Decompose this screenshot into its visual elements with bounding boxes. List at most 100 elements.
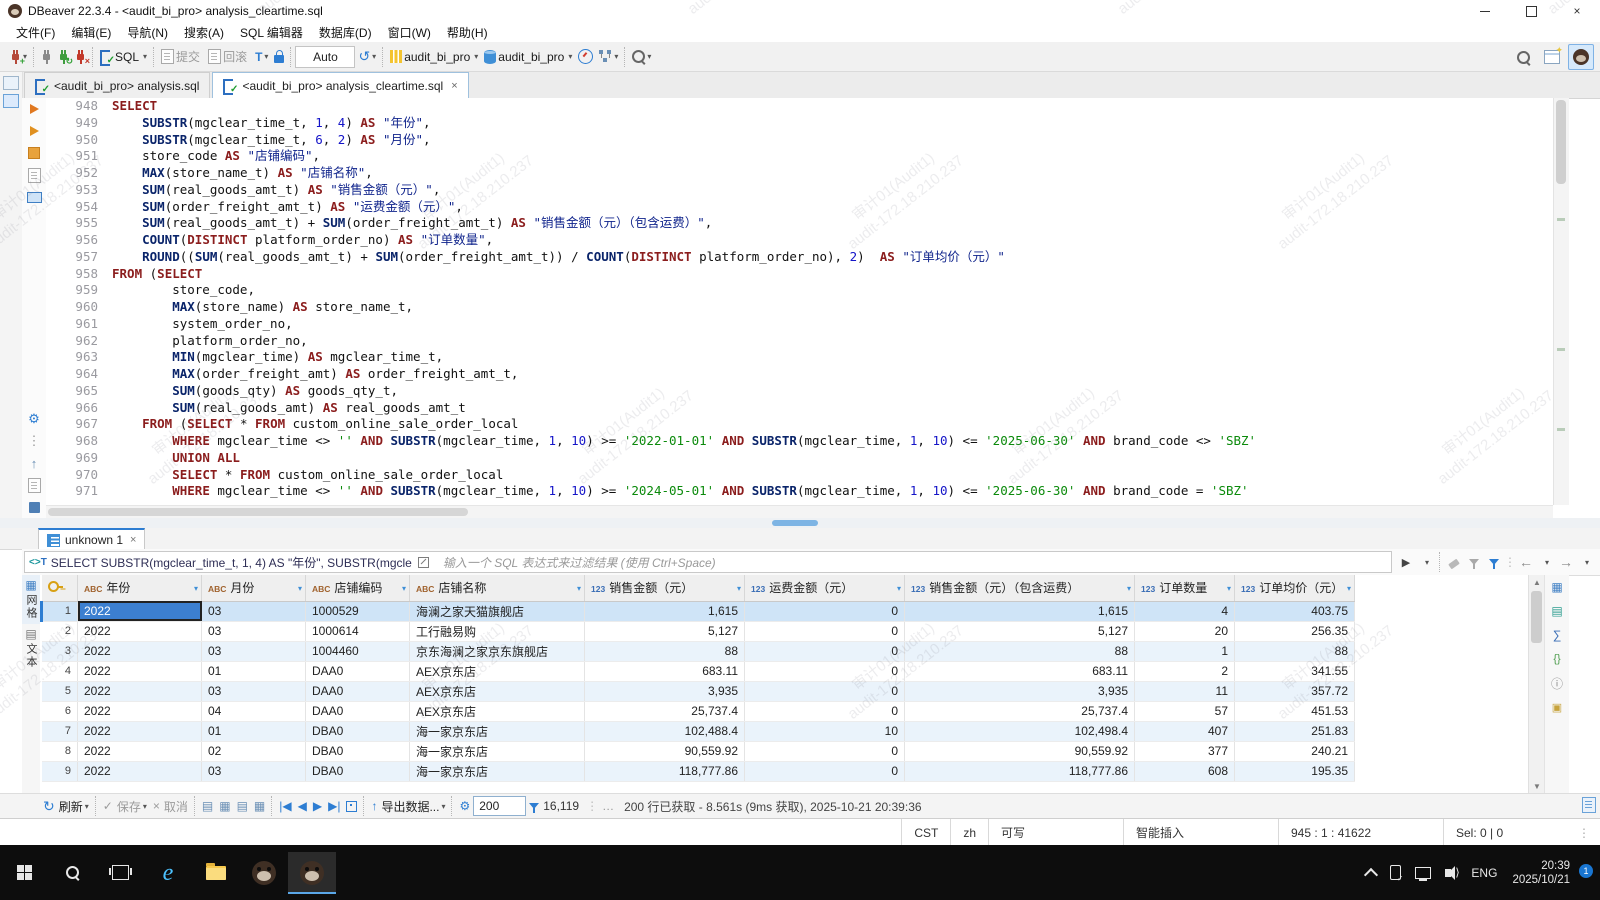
grid-cell[interactable]: 195.35	[1235, 761, 1355, 781]
row-number-cell[interactable]: 8	[42, 741, 78, 761]
grid-cell[interactable]: 118,777.86	[585, 761, 745, 781]
rollback-button[interactable]: 回滚	[205, 45, 252, 69]
filter-history-dropdown[interactable]: ▾	[1416, 552, 1436, 572]
taskbar-search-button[interactable]	[48, 852, 96, 894]
status-caret-position[interactable]: 945 : 1 : 41622	[1278, 819, 1443, 846]
save-filter-button[interactable]	[1464, 552, 1484, 572]
grid-cell[interactable]: 03	[202, 681, 306, 701]
grid-cell[interactable]: 1000614	[306, 621, 410, 641]
pin-panel-button[interactable]: ▣	[1552, 695, 1562, 719]
code-line[interactable]: 967 FROM (SELECT * FROM custom_online_sa…	[46, 416, 1553, 433]
references-panel-button[interactable]: {}	[1553, 647, 1560, 671]
datasource-selector[interactable]: audit_bi_pro ▾	[387, 45, 481, 69]
clear-filter-button[interactable]	[1444, 552, 1464, 572]
task-view-button[interactable]	[96, 852, 144, 894]
grid-cell[interactable]: 25,737.4	[905, 701, 1135, 721]
column-header-4[interactable]: 123销售金额（元）▾	[585, 575, 745, 601]
grid-cell[interactable]: AEX京东店	[410, 681, 585, 701]
code-line[interactable]: 948SELECT	[46, 98, 1553, 115]
grid-cell[interactable]: 118,777.86	[905, 761, 1135, 781]
grid-cell[interactable]: 10	[745, 721, 905, 741]
grid-cell[interactable]: DBA0	[306, 721, 410, 741]
status-language[interactable]: zh	[950, 819, 988, 846]
row-number-cell[interactable]: 5	[42, 681, 78, 701]
code-line[interactable]: 970 SELECT * FROM custom_online_sale_ord…	[46, 467, 1553, 484]
column-header-0[interactable]: ABC年份▾	[78, 575, 202, 601]
grid-cell[interactable]: 海一家京东店	[410, 721, 585, 741]
grid-cell[interactable]: 102,488.4	[585, 721, 745, 741]
row-number-header[interactable]	[42, 575, 78, 601]
code-line[interactable]: 969 UNION ALL	[46, 450, 1553, 467]
new-connection-button[interactable]: + ▾	[7, 45, 30, 69]
row-number-cell[interactable]: 7	[42, 721, 78, 741]
code-line[interactable]: 954 SUM(order_freight_amt_t) AS "运费金额（元）…	[46, 199, 1553, 216]
grid-cell[interactable]: 57	[1135, 701, 1235, 721]
first-page-button[interactable]: |◀	[279, 799, 291, 813]
row-number-cell[interactable]: 1	[42, 601, 78, 621]
grid-cell[interactable]: 0	[745, 641, 905, 661]
column-filter-icon[interactable]: ▾	[577, 584, 581, 593]
row-count-button[interactable]: 16,119	[529, 799, 579, 813]
maximize-button[interactable]	[1508, 0, 1554, 22]
dbeaver-taskbar-icon-active[interactable]	[288, 852, 336, 894]
code-line[interactable]: 953 SUM(real_goods_amt_t) AS "销售金额（元）",	[46, 182, 1553, 199]
grid-cell[interactable]: DAA0	[306, 661, 410, 681]
grid-cell[interactable]: 403.75	[1235, 601, 1355, 621]
grid-cell[interactable]: 3,935	[585, 681, 745, 701]
explain-plan-button[interactable]	[22, 164, 46, 186]
metadata-panel-button[interactable]: ▤	[1551, 599, 1562, 623]
filter-back-button[interactable]: ←	[1516, 552, 1536, 572]
tray-network-icon[interactable]	[1415, 867, 1431, 879]
column-header-6[interactable]: 123销售金额（元）（包含运费）▾	[905, 575, 1135, 601]
commit-button[interactable]: 提交	[158, 45, 205, 69]
execution-plan-button[interactable]: ▾	[596, 45, 621, 69]
quick-search-icon[interactable]	[1517, 51, 1530, 64]
column-filter-icon[interactable]: ▾	[897, 584, 901, 593]
status-writable[interactable]: 可写	[988, 819, 1123, 846]
grid-cell[interactable]: 256.35	[1235, 621, 1355, 641]
grid-vertical-scrollbar[interactable]: ▲ ▼	[1528, 575, 1545, 793]
menu-item-window[interactable]: 窗口(W)	[380, 22, 439, 43]
scroll-down-arrow[interactable]: ▼	[1529, 779, 1545, 793]
row-number-cell[interactable]: 9	[42, 761, 78, 781]
editor-tab-0[interactable]: <audit_bi_pro> analysis.sql	[24, 72, 210, 98]
save-button[interactable]: ✓ 保存 ▾	[103, 798, 147, 815]
code-line[interactable]: 961 system_order_no,	[46, 316, 1553, 333]
row-number-cell[interactable]: 3	[42, 641, 78, 661]
grid-cell[interactable]: DBA0	[306, 741, 410, 761]
grid-cell[interactable]: 5,127	[905, 621, 1135, 641]
grid-cell[interactable]: DAA0	[306, 681, 410, 701]
grid-cell[interactable]: 03	[202, 761, 306, 781]
code-line[interactable]: 955 SUM(real_goods_amt_t) + SUM(order_fr…	[46, 215, 1553, 232]
grid-cell[interactable]: 海澜之家天猫旗舰店	[410, 601, 585, 621]
grid-cell[interactable]: 683.11	[585, 661, 745, 681]
editor-tab-1[interactable]: <audit_bi_pro> analysis_cleartime.sql×	[212, 72, 468, 98]
column-filter-icon[interactable]: ▾	[1127, 584, 1131, 593]
scrollbar-thumb[interactable]	[48, 508, 468, 516]
code-line[interactable]: 962 platform_order_no,	[46, 333, 1553, 350]
code-line[interactable]: 949 SUBSTR(mgclear_time_t, 1, 4) AS "年份"…	[46, 115, 1553, 132]
file-explorer-button[interactable]	[192, 852, 240, 894]
column-header-8[interactable]: 123订单均价（元）▾	[1235, 575, 1355, 601]
grid-cell[interactable]: DAA0	[306, 701, 410, 721]
sql-code-editor[interactable]: 948SELECT949 SUBSTR(mgclear_time_t, 1, 4…	[46, 98, 1553, 505]
restore-panel-icon[interactable]	[3, 76, 19, 90]
commit-mode-select[interactable]: Auto	[295, 46, 355, 68]
menu-item-edit[interactable]: 编辑(E)	[63, 22, 119, 43]
code-line[interactable]: 958FROM (SELECT	[46, 266, 1553, 283]
grid-cell[interactable]: 1000529	[306, 601, 410, 621]
code-line[interactable]: 952 MAX(store_name_t) AS "店铺名称",	[46, 165, 1553, 182]
grid-cell[interactable]: 01	[202, 661, 306, 681]
user-avatar-button[interactable]	[1568, 44, 1594, 70]
editor-vertical-scrollbar[interactable]	[1553, 98, 1569, 505]
output-page-icon[interactable]	[1582, 797, 1596, 813]
tray-language-button[interactable]: ENG	[1471, 866, 1497, 880]
ie-taskbar-icon[interactable]: e	[144, 852, 192, 894]
menu-item-help[interactable]: 帮助(H)	[439, 22, 496, 43]
tray-volume-icon[interactable]	[1445, 869, 1457, 877]
menu-item-database[interactable]: 数据库(D)	[311, 22, 380, 43]
grid-cell[interactable]: 20	[1135, 621, 1235, 641]
editor-results-splitter[interactable]	[0, 518, 1600, 528]
grid-cell[interactable]: 1,615	[585, 601, 745, 621]
grid-cell[interactable]: 407	[1135, 721, 1235, 741]
